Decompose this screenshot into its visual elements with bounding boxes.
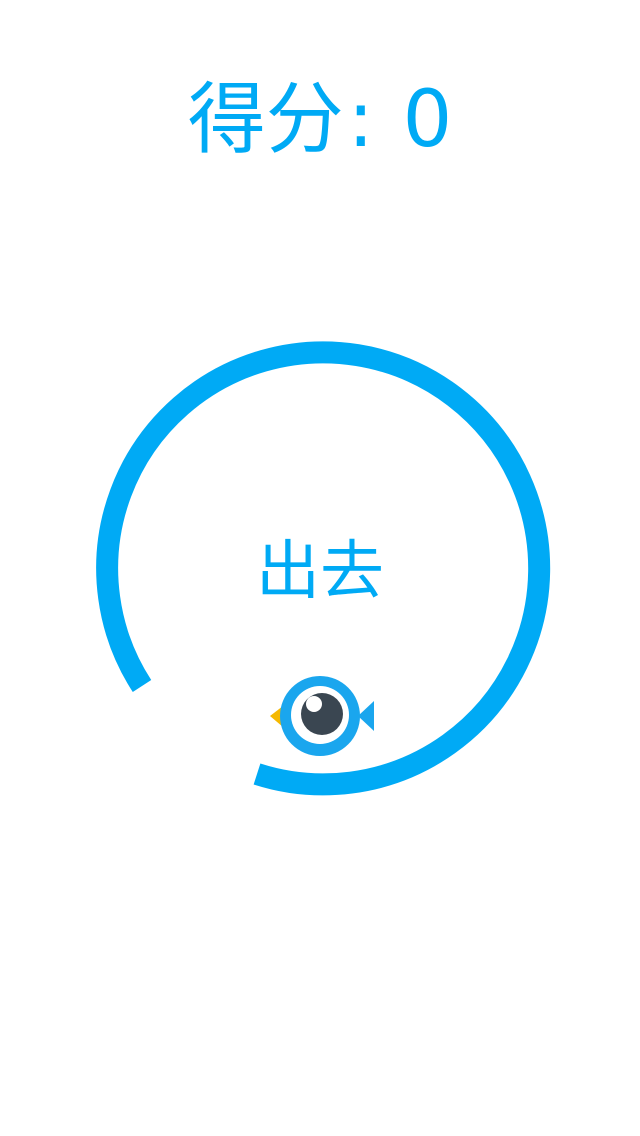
tail-fin-icon [358, 701, 374, 731]
center-text[interactable]: 出去 [0, 530, 640, 614]
eye-pupil-icon [301, 693, 343, 735]
eye-highlight [306, 696, 322, 712]
player-fish-bird-icon [270, 676, 374, 756]
